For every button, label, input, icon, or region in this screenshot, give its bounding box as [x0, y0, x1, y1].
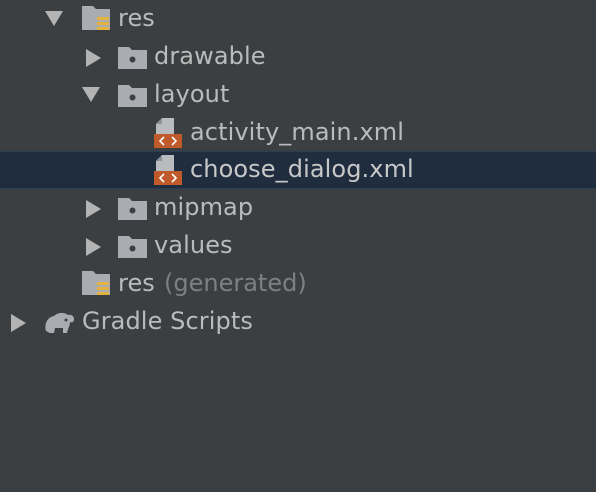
tree-item-label: choose_dialog.xml [190, 155, 414, 183]
tree-item-res[interactable]: res [0, 0, 596, 38]
tree-item-activity-main-xml[interactable]: activity_main.xml [0, 114, 596, 152]
tree-item-res-generated[interactable]: res (generated) [0, 265, 596, 303]
folder-icon [117, 44, 149, 70]
tree-item-label: res [118, 4, 155, 32]
expand-arrow-right-icon[interactable] [11, 314, 26, 332]
folder-icon [117, 233, 149, 259]
expand-arrow-right-icon[interactable] [86, 200, 101, 218]
tree-item-suffix: (generated) [164, 269, 307, 297]
tree-item-label: drawable [154, 42, 266, 70]
tree-item-label: res [118, 269, 155, 297]
folder-icon [117, 195, 149, 221]
tree-item-label: activity_main.xml [190, 118, 405, 146]
tree-item-gradle-scripts[interactable]: Gradle Scripts [0, 303, 596, 341]
folder-icon [117, 82, 149, 108]
tree-item-label: mipmap [154, 193, 254, 221]
expand-arrow-right-icon[interactable] [86, 238, 101, 256]
layout-xml-file-icon [153, 117, 183, 149]
tree-item-mipmap[interactable]: mipmap [0, 189, 596, 227]
layout-xml-file-icon [153, 154, 183, 186]
resource-folder-icon [81, 268, 113, 298]
expand-arrow-down-icon[interactable] [82, 87, 100, 102]
tree-item-label: values [154, 231, 233, 259]
tree-item-drawable[interactable]: drawable [0, 38, 596, 76]
expand-arrow-down-icon[interactable] [45, 11, 63, 26]
tree-item-choose-dialog-xml[interactable]: choose_dialog.xml [0, 151, 596, 189]
project-tree: res drawable layout activity_main.xml ch… [0, 0, 596, 492]
expand-arrow-right-icon[interactable] [86, 49, 101, 67]
tree-item-label: Gradle Scripts [82, 307, 253, 335]
resource-folder-icon [81, 3, 113, 33]
tree-item-values[interactable]: values [0, 227, 596, 265]
tree-item-layout[interactable]: layout [0, 76, 596, 114]
gradle-elephant-icon [42, 309, 76, 335]
tree-item-label: layout [154, 80, 230, 108]
